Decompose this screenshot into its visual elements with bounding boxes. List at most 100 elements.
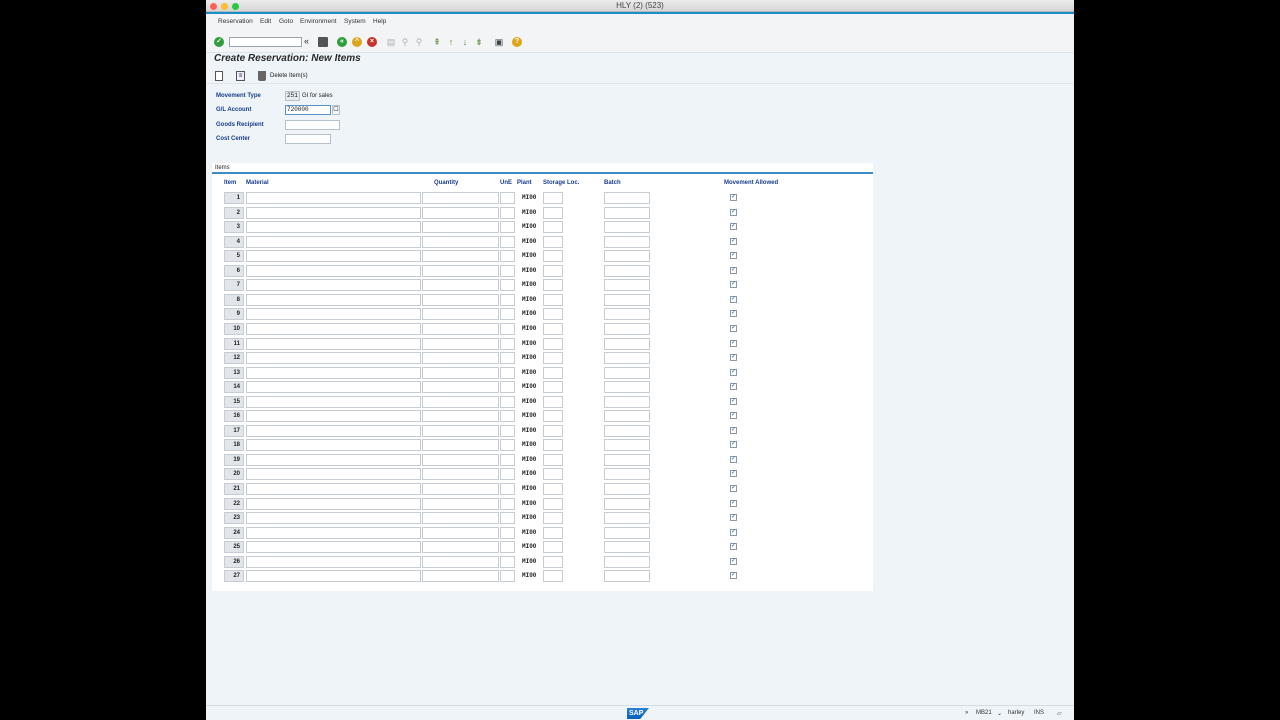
movement-allowed-checkbox[interactable]: ✓ [730, 412, 737, 420]
batch-input[interactable] [604, 526, 650, 539]
quantity-input[interactable] [422, 264, 499, 277]
storage-location-input[interactable] [543, 352, 563, 365]
quantity-input[interactable] [422, 497, 499, 510]
material-input[interactable] [246, 512, 421, 525]
storage-location-input[interactable] [543, 483, 563, 495]
batch-input[interactable] [604, 192, 650, 204]
value-help-icon[interactable]: ☐ [332, 105, 340, 115]
material-input[interactable] [246, 322, 421, 335]
material-input[interactable] [246, 453, 421, 466]
col-quantity[interactable]: Quantity [434, 180, 458, 186]
row-number[interactable]: 20 [224, 468, 244, 481]
une-input[interactable] [500, 512, 515, 525]
quantity-input[interactable] [422, 468, 499, 481]
storage-location-input[interactable] [543, 293, 563, 306]
une-input[interactable] [500, 250, 515, 263]
movement-allowed-checkbox[interactable]: ✓ [730, 455, 737, 463]
row-number[interactable]: 25 [224, 541, 244, 554]
material-input[interactable] [246, 352, 421, 365]
quantity-input[interactable] [422, 322, 499, 335]
storage-location-input[interactable] [543, 337, 563, 350]
movement-allowed-checkbox[interactable]: ✓ [730, 339, 737, 347]
row-number[interactable]: 3 [224, 221, 244, 234]
material-input[interactable] [246, 497, 421, 510]
command-field[interactable] [229, 37, 302, 47]
row-number[interactable]: 1 [224, 192, 244, 204]
row-number[interactable]: 13 [224, 366, 244, 379]
col-movement-allowed[interactable]: Movement Allowed [724, 180, 778, 186]
storage-location-input[interactable] [543, 192, 563, 204]
material-input[interactable] [246, 206, 421, 219]
storage-location-input[interactable] [543, 381, 563, 394]
row-number[interactable]: 5 [224, 250, 244, 263]
material-input[interactable] [246, 308, 421, 321]
batch-input[interactable] [604, 424, 650, 437]
col-item[interactable]: Item [224, 180, 236, 186]
movement-allowed-checkbox[interactable]: ✓ [730, 266, 737, 274]
une-input[interactable] [500, 483, 515, 495]
enter-icon[interactable]: ✓ [214, 37, 224, 47]
quantity-input[interactable] [422, 526, 499, 539]
storage-location-input[interactable] [543, 512, 563, 525]
quantity-input[interactable] [422, 206, 499, 219]
previous-page-icon[interactable]: ↑ [446, 37, 456, 47]
une-input[interactable] [500, 221, 515, 234]
storage-location-input[interactable] [543, 410, 563, 423]
movement-allowed-checkbox[interactable]: ✓ [730, 237, 737, 245]
batch-input[interactable] [604, 250, 650, 263]
material-input[interactable] [246, 279, 421, 292]
batch-input[interactable] [604, 366, 650, 379]
movement-allowed-checkbox[interactable]: ✓ [730, 310, 737, 318]
storage-location-input[interactable] [543, 264, 563, 277]
quantity-input[interactable] [422, 352, 499, 365]
batch-input[interactable] [604, 453, 650, 466]
storage-location-input[interactable] [543, 439, 563, 452]
material-input[interactable] [246, 483, 421, 495]
movement-allowed-checkbox[interactable]: ✓ [730, 208, 737, 216]
menu-goto[interactable]: Goto [279, 18, 293, 25]
material-input[interactable] [246, 366, 421, 379]
material-input[interactable] [246, 410, 421, 423]
une-input[interactable] [500, 497, 515, 510]
une-input[interactable] [500, 366, 515, 379]
row-number[interactable]: 26 [224, 555, 244, 568]
quantity-input[interactable] [422, 483, 499, 495]
une-input[interactable] [500, 264, 515, 277]
batch-input[interactable] [604, 279, 650, 292]
storage-location-input[interactable] [543, 541, 563, 554]
cost-center-input[interactable] [285, 134, 331, 144]
exit-icon[interactable]: ^ [352, 37, 362, 47]
row-number[interactable]: 2 [224, 206, 244, 219]
layout-icon[interactable]: ▱ [1057, 710, 1062, 717]
menu-edit[interactable]: Edit [260, 18, 271, 25]
menu-help[interactable]: Help [373, 18, 386, 25]
new-session-icon[interactable]: ▣ [494, 37, 504, 47]
quantity-input[interactable] [422, 424, 499, 437]
batch-input[interactable] [604, 235, 650, 248]
row-number[interactable]: 22 [224, 497, 244, 510]
une-input[interactable] [500, 322, 515, 335]
movement-allowed-checkbox[interactable]: ✓ [730, 572, 737, 580]
movement-allowed-checkbox[interactable]: ✓ [730, 557, 737, 565]
une-input[interactable] [500, 235, 515, 248]
col-une[interactable]: UnE [500, 180, 512, 186]
quantity-input[interactable] [422, 453, 499, 466]
quantity-input[interactable] [422, 366, 499, 379]
movement-allowed-checkbox[interactable]: ✓ [730, 368, 737, 376]
trash-icon[interactable] [258, 71, 266, 81]
menu-system[interactable]: System [344, 18, 366, 25]
chevron-down-icon[interactable]: ⌄ [997, 710, 1002, 717]
row-number[interactable]: 6 [224, 264, 244, 277]
une-input[interactable] [500, 453, 515, 466]
une-input[interactable] [500, 439, 515, 452]
movement-allowed-checkbox[interactable]: ✓ [730, 485, 737, 492]
une-input[interactable] [500, 555, 515, 568]
storage-location-input[interactable] [543, 424, 563, 437]
storage-location-input[interactable] [543, 235, 563, 248]
une-input[interactable] [500, 410, 515, 423]
next-page-icon[interactable]: ↓ [460, 37, 470, 47]
row-number[interactable]: 17 [224, 424, 244, 437]
quantity-input[interactable] [422, 381, 499, 394]
movement-allowed-checkbox[interactable]: ✓ [730, 528, 737, 536]
quantity-input[interactable] [422, 308, 499, 321]
